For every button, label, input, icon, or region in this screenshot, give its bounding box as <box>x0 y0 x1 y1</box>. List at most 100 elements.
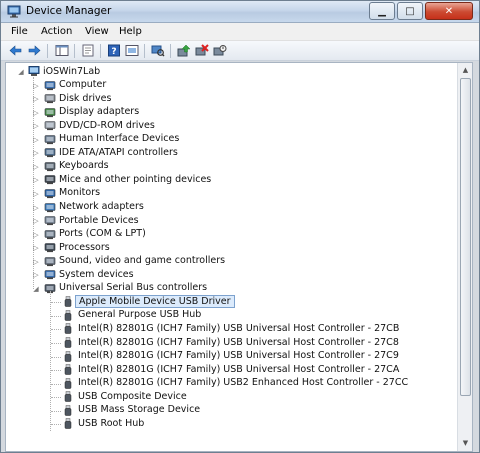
expand-arrow-icon[interactable]: ▷ <box>32 82 40 90</box>
expand-arrow-icon[interactable]: ▷ <box>32 271 40 279</box>
expand-arrow-icon[interactable]: ▷ <box>32 244 40 252</box>
tree-category[interactable]: ▷ Disk drives <box>6 92 458 106</box>
maximize-button[interactable]: □ <box>397 2 423 20</box>
usb-device-item[interactable]: USB Mass Storage Device <box>6 404 458 418</box>
tree-category[interactable]: ◢ Universal Serial Bus controllers <box>6 282 458 296</box>
ide-controller-icon <box>44 148 56 158</box>
scan-hardware-icon[interactable] <box>151 44 165 57</box>
tree-category[interactable]: ▷ Network adapters <box>6 201 458 215</box>
tree-category[interactable]: ▷ Processors <box>6 241 458 255</box>
tree-category-label: DVD/CD-ROM drives <box>59 119 155 131</box>
scroll-up-icon[interactable]: ▲ <box>459 64 472 77</box>
back-arrow-icon[interactable] <box>9 44 23 57</box>
close-button[interactable]: ✕ <box>425 2 473 20</box>
usb-device-item[interactable]: Apple Mobile Device USB Driver <box>6 294 458 309</box>
expand-arrow-icon[interactable]: ▷ <box>32 176 40 184</box>
close-icon: ✕ <box>444 5 454 17</box>
tree-category-label: Processors <box>59 241 110 253</box>
expand-arrow-icon[interactable]: ▷ <box>32 95 40 103</box>
expand-arrow-icon[interactable]: ▷ <box>32 163 40 171</box>
tree-category[interactable]: ▷ Ports (COM & LPT) <box>6 228 458 242</box>
tree-category[interactable]: ▷ Mice and other pointing devices <box>6 173 458 187</box>
expand-arrow-icon[interactable]: ▷ <box>32 109 40 117</box>
expand-arrow-icon[interactable]: ▷ <box>32 258 40 266</box>
tree-connector-line <box>51 315 61 317</box>
scrollbar-thumb[interactable] <box>460 78 471 396</box>
vertical-scrollbar[interactable]: ▲ ▼ <box>457 63 472 451</box>
usb-device-label: Apple Mobile Device USB Driver <box>75 294 235 308</box>
update-driver-icon[interactable] <box>177 44 191 57</box>
usb-device-item[interactable]: General Purpose USB Hub <box>6 309 458 323</box>
device-manager-app-icon <box>7 5 21 18</box>
tree-category-label: Ports (COM & LPT) <box>59 228 146 240</box>
expand-arrow-icon[interactable]: ▷ <box>32 204 40 212</box>
display-adapter-icon <box>44 107 56 117</box>
usb-device-label: Intel(R) 82801G (ICH7 Family) USB2 Enhan… <box>78 377 409 389</box>
usb-plug-icon <box>64 296 72 308</box>
svg-text:?: ? <box>111 47 116 57</box>
usb-device-label: USB Composite Device <box>78 390 187 402</box>
expand-arrow-icon[interactable]: ▷ <box>32 231 40 239</box>
tree-category[interactable]: ▷ Sound, video and game controllers <box>6 255 458 269</box>
tree-category[interactable]: ▷ System devices <box>6 268 458 282</box>
menu-help[interactable]: Help <box>119 26 142 37</box>
usb-device-item[interactable]: Intel(R) 82801G (ICH7 Family) USB Univer… <box>6 322 458 336</box>
usb-plug-icon <box>64 350 72 362</box>
usb-device-item[interactable]: USB Root Hub <box>6 417 458 431</box>
tree-category[interactable]: ▷ Portable Devices <box>6 214 458 228</box>
usb-device-label: USB Root Hub <box>78 417 145 429</box>
expand-arrow-icon[interactable]: ▷ <box>32 122 40 130</box>
toolbar-separator <box>47 44 48 58</box>
tree-category-label: Keyboards <box>59 160 109 172</box>
maximize-icon: □ <box>405 5 415 17</box>
scroll-down-icon[interactable]: ▼ <box>459 437 472 450</box>
expand-arrow-icon[interactable]: ▷ <box>32 190 40 198</box>
forward-arrow-icon[interactable] <box>27 44 41 57</box>
tree-root[interactable]: ◢ iOSWin7Lab <box>6 65 458 79</box>
usb-device-label: Intel(R) 82801G (ICH7 Family) USB Univer… <box>78 322 400 334</box>
view-icon[interactable] <box>125 44 139 57</box>
device-manager-window: Device Manager ▁ □ ✕ File Action View He… <box>0 0 480 453</box>
properties-icon[interactable] <box>81 44 95 57</box>
usb-device-label: Intel(R) 82801G (ICH7 Family) USB Univer… <box>78 350 399 362</box>
usb-device-item[interactable]: Intel(R) 82801G (ICH7 Family) USB2 Enhan… <box>6 377 458 391</box>
menu-view[interactable]: View <box>85 26 109 37</box>
minimize-button[interactable]: ▁ <box>369 2 395 20</box>
device-tree: ◢ iOSWin7Lab ▷ Computer ▷ Disk drives ▷ Displ… <box>6 63 458 451</box>
collapse-arrow-icon[interactable]: ◢ <box>17 68 25 76</box>
toolbar-separator <box>144 44 145 58</box>
expand-arrow-icon[interactable]: ▷ <box>32 217 40 225</box>
tree-category-label: Display adapters <box>59 106 140 118</box>
menu-action[interactable]: Action <box>41 26 72 37</box>
tree-category[interactable]: ▷ Monitors <box>6 187 458 201</box>
collapse-arrow-icon[interactable]: ◢ <box>32 285 40 293</box>
usb-device-item[interactable]: Intel(R) 82801G (ICH7 Family) USB Univer… <box>6 350 458 364</box>
usb-device-item[interactable]: USB Composite Device <box>6 390 458 404</box>
sound-icon <box>44 256 56 266</box>
scan-hardware-changes-icon[interactable] <box>213 44 227 57</box>
tree-category[interactable]: ▷ IDE ATA/ATAPI controllers <box>6 146 458 160</box>
tree-category[interactable]: ▷ Human Interface Devices <box>6 133 458 147</box>
show-hide-console-tree-icon[interactable] <box>55 44 69 57</box>
uninstall-icon[interactable] <box>195 44 209 57</box>
title-bar[interactable]: Device Manager ▁ □ ✕ <box>1 1 479 23</box>
device-tree-panel: ◢ iOSWin7Lab ▷ Computer ▷ Disk drives ▷ Displ… <box>5 62 473 452</box>
tree-root-label: iOSWin7Lab <box>43 65 101 77</box>
usb-plug-icon <box>64 405 72 416</box>
tree-category[interactable]: ▷ Keyboards <box>6 160 458 174</box>
toolbar-separator <box>100 44 101 58</box>
expand-arrow-icon[interactable]: ▷ <box>32 149 40 157</box>
tree-category[interactable]: ▷ Computer <box>6 79 458 93</box>
expand-arrow-icon[interactable]: ▷ <box>32 136 40 144</box>
tree-connector-line <box>51 370 61 372</box>
menu-file[interactable]: File <box>11 26 28 37</box>
tree-category[interactable]: ▷ DVD/CD-ROM drives <box>6 119 458 133</box>
help-icon[interactable]: ? <box>107 44 121 57</box>
toolbar-separator <box>170 44 171 58</box>
tree-connector-line <box>51 343 61 344</box>
menu-bar: File Action View Help <box>1 23 479 41</box>
usb-device-item[interactable]: Intel(R) 82801G (ICH7 Family) USB Univer… <box>6 336 458 350</box>
tree-category[interactable]: ▷ Display adapters <box>6 106 458 120</box>
usb-device-item[interactable]: Intel(R) 82801G (ICH7 Family) USB Univer… <box>6 363 458 377</box>
usb-plug-icon <box>64 323 72 335</box>
